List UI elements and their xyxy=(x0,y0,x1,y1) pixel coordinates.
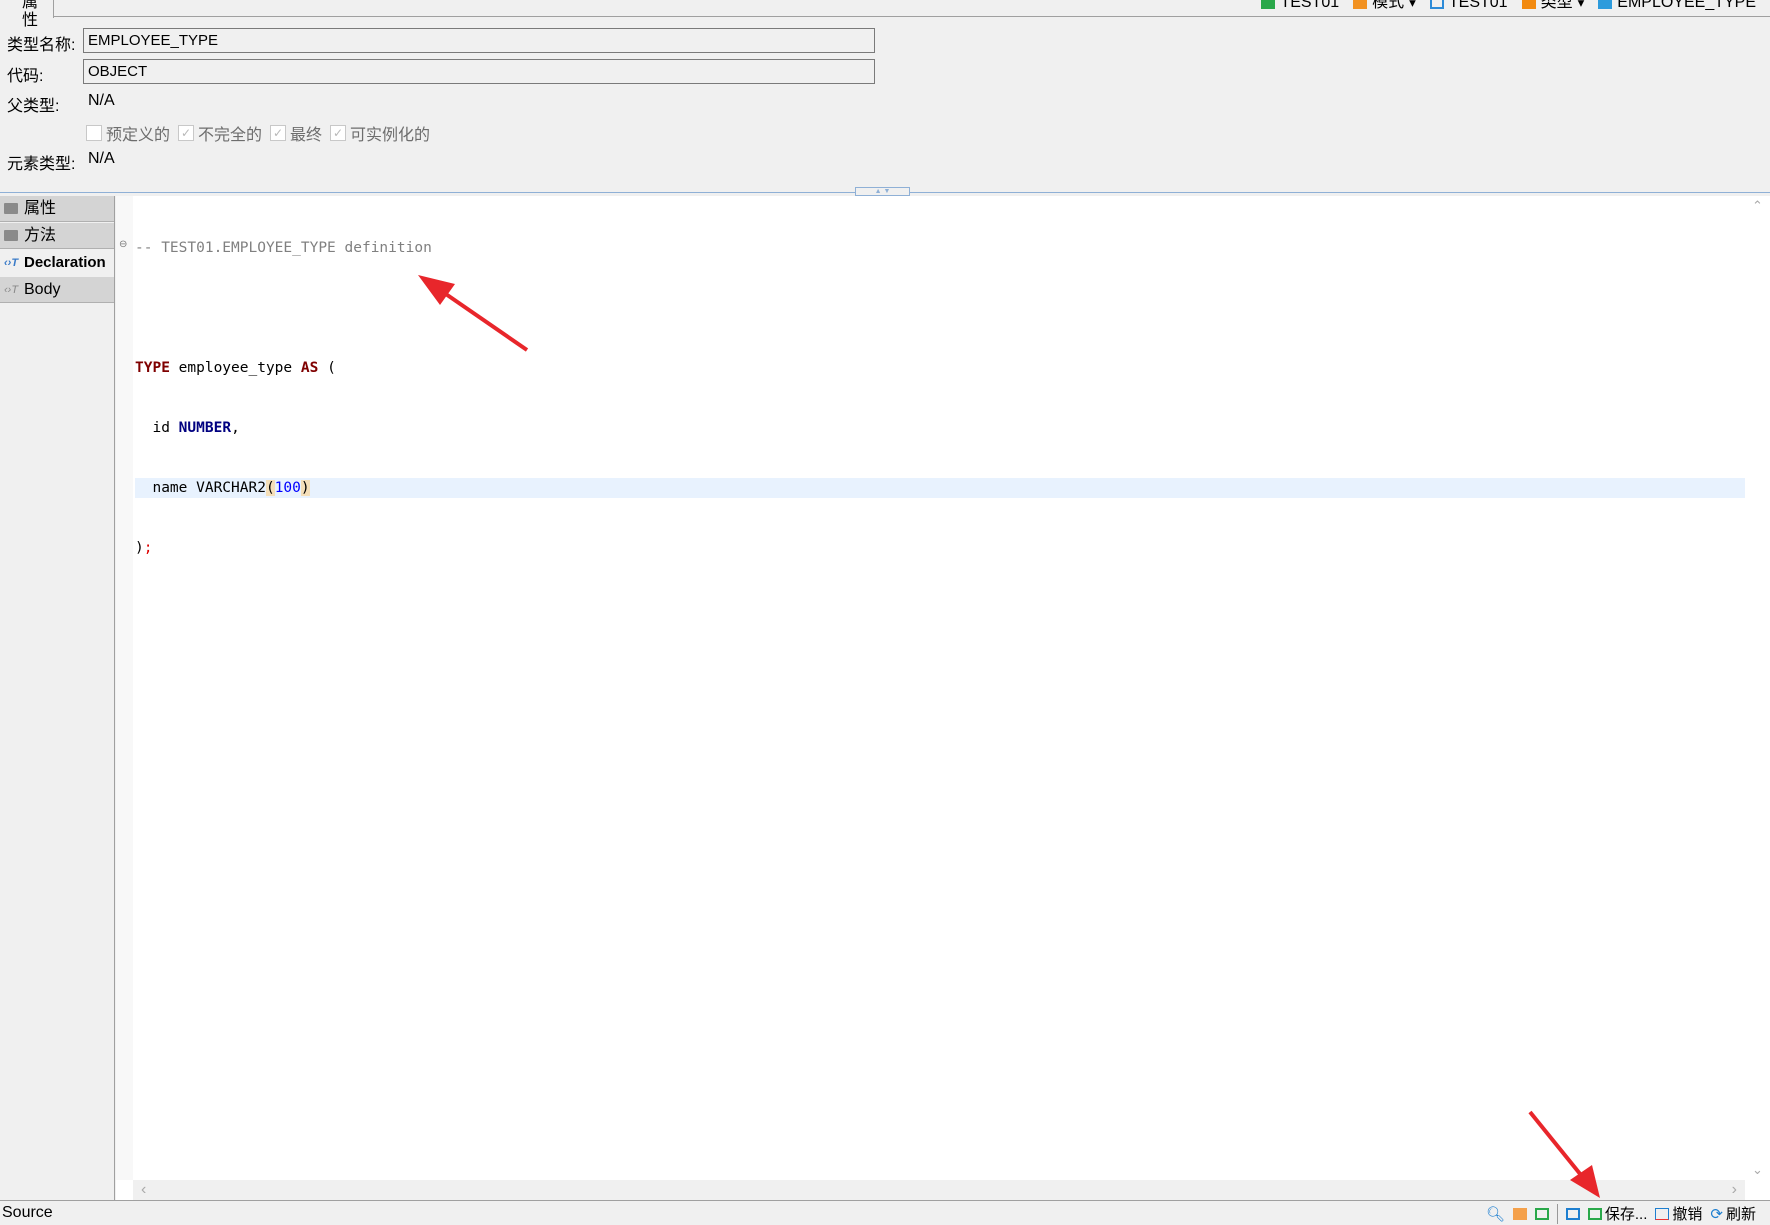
scroll-right-icon[interactable]: › xyxy=(1732,1180,1737,1200)
breadcrumb-item[interactable]: 类型 ▾ xyxy=(1521,0,1585,12)
checkbox-box[interactable]: ✓ xyxy=(330,125,347,141)
checkbox-final[interactable]: ✓ 最终 xyxy=(270,121,322,145)
refresh-button[interactable]: ⟳ 刷新 xyxy=(1710,1203,1756,1224)
splitter-toggle[interactable]: ▲ ▼ xyxy=(855,187,910,196)
breadcrumb-item[interactable]: TEST01 xyxy=(1429,0,1508,12)
schema-db-icon xyxy=(1429,0,1444,9)
type-name-input[interactable]: EMPLOYEE_TYPE xyxy=(83,28,875,53)
type-folder-icon xyxy=(1521,0,1536,9)
fold-collapse-icon[interactable]: ⊖ xyxy=(119,239,127,250)
type-name-label: 类型名称: xyxy=(7,37,76,54)
revert-button[interactable]: 撤销 xyxy=(1655,1203,1702,1224)
tab-properties[interactable]: 属性 xyxy=(0,0,54,29)
checkbox-box[interactable]: ✓ xyxy=(270,125,287,141)
console-button[interactable] xyxy=(1565,1207,1580,1220)
breadcrumb: TEST01 模式 ▾ TEST01 类型 ▾ EMPLOYEE_TYPE xyxy=(1261,0,1756,12)
save-icon xyxy=(1587,1207,1602,1220)
parent-type-label: 父类型: xyxy=(7,98,60,115)
code-line: -- TEST01.EMPLOYEE_TYPE definition xyxy=(135,240,432,256)
text-icon: ‹›T xyxy=(4,283,19,296)
code-text[interactable]: -- TEST01.EMPLOYEE_TYPE definition TYPE … xyxy=(135,198,1745,598)
breadcrumb-item[interactable]: EMPLOYEE_TYPE xyxy=(1598,0,1756,12)
code-label: 代码: xyxy=(7,68,44,85)
chevron-down-icon[interactable]: ▾ xyxy=(1578,0,1585,12)
save-as-icon xyxy=(1534,1207,1549,1220)
checkbox-box[interactable] xyxy=(86,125,102,141)
breadcrumb-item[interactable]: 模式 ▾ xyxy=(1353,0,1416,12)
sidebar: 属性 方法 ‹›T Declaration ‹›T Body xyxy=(0,196,115,1200)
save-button[interactable]: 保存... xyxy=(1587,1203,1647,1224)
code-line-current: name VARCHAR2(100) xyxy=(135,478,1745,498)
scroll-up-icon[interactable]: ⌃ xyxy=(1745,198,1770,214)
sidebar-item-attributes[interactable]: 属性 xyxy=(0,196,114,222)
checkbox-predefined[interactable]: 预定义的 xyxy=(86,121,170,145)
vertical-scrollbar[interactable]: ⌃ ⌄ xyxy=(1745,196,1770,1180)
checkbox-incomplete[interactable]: ✓ 不完全的 xyxy=(178,121,262,145)
search-button[interactable]: 🔍︎ xyxy=(1486,1205,1505,1223)
checkbox-box[interactable]: ✓ xyxy=(178,125,195,141)
tab-bar: 属性 TEST01 模式 ▾ TEST01 类型 ▾ EMPLOYEE_TYPE xyxy=(0,0,1770,29)
code-line: id NUMBER, xyxy=(152,420,240,436)
separator xyxy=(1556,1203,1558,1224)
connection-check-icon xyxy=(1261,0,1276,9)
sidebar-item-body[interactable]: ‹›T Body xyxy=(0,277,114,303)
flags-group: 预定义的 ✓ 不完全的 ✓ 最终 ✓ 可实例化的 xyxy=(86,121,438,145)
save-as-button[interactable] xyxy=(1534,1207,1549,1220)
editor-actions: 🔍︎ 保存... 撤销 ⟳ 刷新 xyxy=(1486,1203,1756,1224)
text-icon: ‹›T xyxy=(4,257,19,269)
source-label: Source xyxy=(2,1204,53,1221)
sidebar-item-methods[interactable]: 方法 xyxy=(0,223,114,249)
folder-open-icon xyxy=(1512,1207,1527,1220)
terminal-icon xyxy=(1565,1207,1580,1220)
element-type-label: 元素类型: xyxy=(7,156,76,173)
schema-icon xyxy=(1353,0,1368,9)
revert-icon xyxy=(1655,1207,1670,1220)
code-line: TYPE employee_type AS ( xyxy=(135,360,336,376)
refresh-icon: ⟳ xyxy=(1710,1205,1723,1223)
type-icon xyxy=(1598,0,1613,9)
breadcrumb-item[interactable]: TEST01 xyxy=(1261,0,1339,12)
element-type-value: N/A xyxy=(88,150,115,167)
code-line: ); xyxy=(135,540,153,556)
code-editor[interactable]: ⊖ -- TEST01.EMPLOYEE_TYPE definition TYP… xyxy=(116,196,1770,1200)
horizontal-scrollbar[interactable]: ‹ › xyxy=(133,1180,1745,1200)
open-folder-button[interactable] xyxy=(1512,1207,1527,1220)
editor-gutter xyxy=(116,196,133,1180)
scroll-left-icon[interactable]: ‹ xyxy=(141,1181,146,1198)
parent-type-value: N/A xyxy=(88,92,115,109)
chevron-down-icon[interactable]: ▾ xyxy=(1409,0,1416,12)
folder-icon xyxy=(4,203,18,214)
checkbox-instantiable[interactable]: ✓ 可实例化的 xyxy=(330,121,430,145)
scroll-down-icon[interactable]: ⌄ xyxy=(1745,1162,1770,1178)
code-input[interactable]: OBJECT xyxy=(83,59,875,84)
status-bar: Source 🔍︎ 保存... 撤销 ⟳ 刷新 xyxy=(0,1200,1770,1225)
sidebar-item-declaration[interactable]: ‹›T Declaration xyxy=(0,250,114,276)
tab-label: 属性 xyxy=(22,0,39,29)
folder-icon xyxy=(4,230,18,241)
